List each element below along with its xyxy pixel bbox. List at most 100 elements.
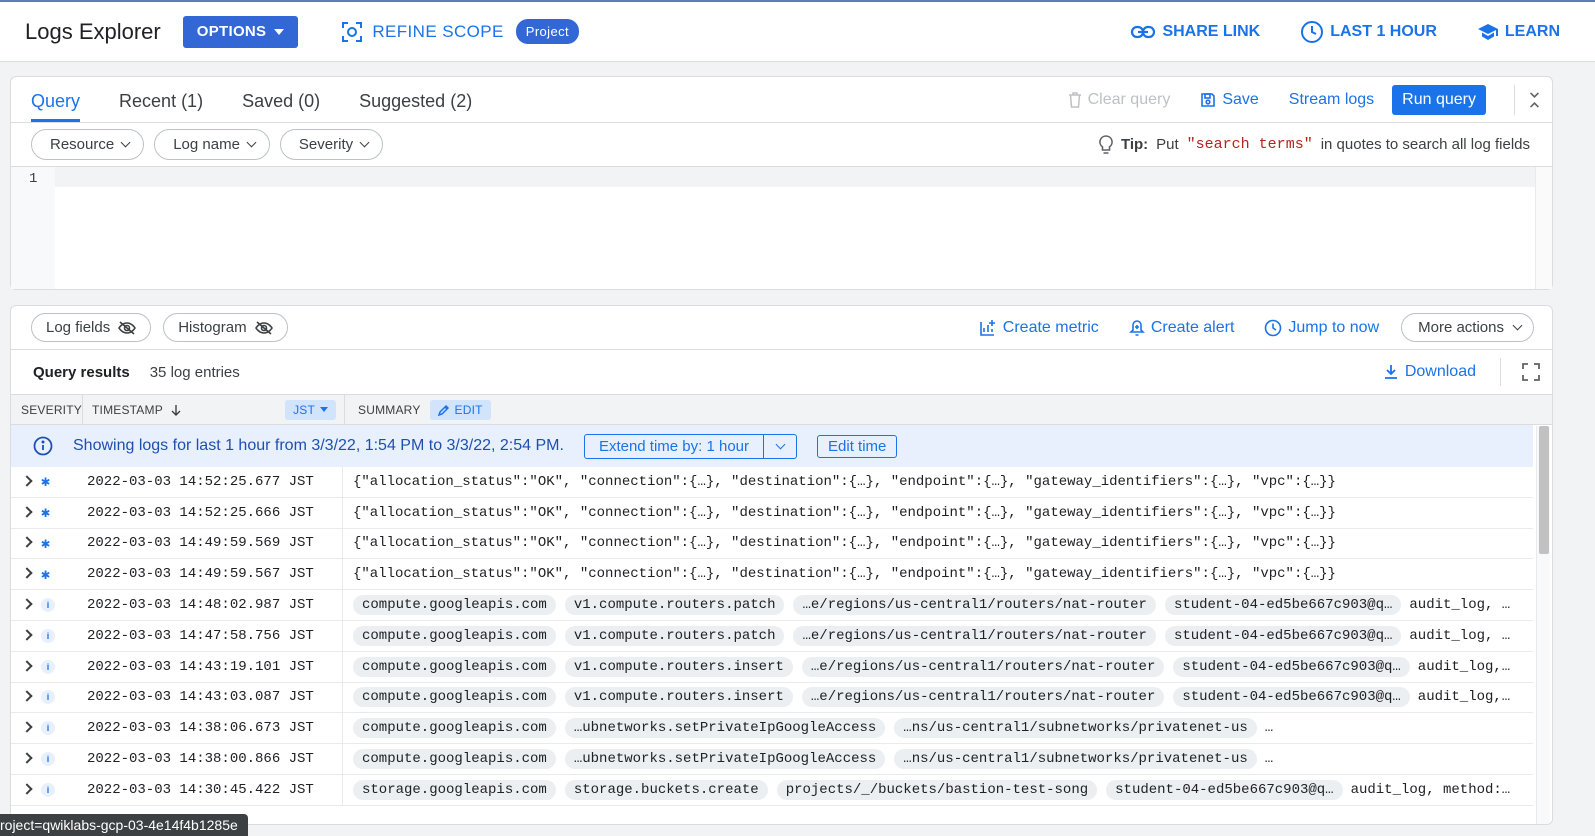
timestamp-column[interactable]: TIMESTAMP JST [83, 395, 345, 424]
time-range-button[interactable]: LAST 1 HOUR [1300, 20, 1437, 44]
tab-suggested[interactable]: Suggested (2) [359, 91, 472, 122]
summary-field-chip[interactable]: v1.compute.routers.patch [564, 625, 785, 646]
log-row[interactable]: ✱ 2022-03-03 14:49:59.569 JST {"allocation… [11, 528, 1533, 560]
summary-field-chip[interactable]: compute.googleapis.com [353, 718, 556, 739]
resource-filter[interactable]: Resource [31, 129, 145, 160]
expand-row-button[interactable] [11, 659, 41, 675]
log-row[interactable]: i 2022-03-03 14:30:45.422 JST storage.goog… [11, 774, 1533, 806]
extend-dropdown[interactable] [763, 434, 796, 458]
expand-row-button[interactable] [11, 474, 41, 490]
scroll-thumb[interactable] [1539, 426, 1549, 554]
more-actions-button[interactable]: More actions [1401, 313, 1534, 342]
results-scrollbar[interactable] [1536, 426, 1550, 824]
editor-line[interactable] [55, 167, 1535, 187]
summary-field-chip[interactable]: v1.compute.routers.patch [564, 595, 785, 616]
learn-button[interactable]: LEARN [1477, 23, 1560, 41]
summary-field-chip[interactable]: …e/regions/us-central1/routers/nat-route… [801, 687, 1165, 708]
log-row[interactable]: i 2022-03-03 14:47:58.756 JST compute.goog… [11, 620, 1533, 652]
summary-field-chip[interactable]: …ubnetworks.setPrivateIpGoogleAccess [564, 749, 886, 770]
tab-saved[interactable]: Saved (0) [242, 91, 320, 122]
severity-column[interactable]: SEVERITY [11, 395, 83, 424]
link-icon [1131, 25, 1156, 38]
share-link-button[interactable]: SHARE LINK [1130, 23, 1260, 41]
status-bar-url: roject=qwiklabs-gcp-03-4e14f4b1285e [0, 814, 248, 836]
summary-field-chip[interactable]: …e/regions/us-central1/routers/nat-route… [801, 656, 1165, 677]
summary-field-chip[interactable]: compute.googleapis.com [353, 749, 556, 770]
collapse-button[interactable] [1514, 85, 1540, 115]
log-row[interactable]: i 2022-03-03 14:43:19.101 JST compute.goog… [11, 651, 1533, 683]
summary-field-chip[interactable]: …ubnetworks.setPrivateIpGoogleAccess [564, 718, 886, 739]
jump-to-now-button[interactable]: Jump to now [1264, 319, 1379, 337]
log-row[interactable]: i 2022-03-03 14:38:00.866 JST compute.goog… [11, 744, 1533, 775]
log-row[interactable]: ✱ 2022-03-03 14:52:25.666 JST {"allocation… [11, 497, 1533, 529]
expand-row-button[interactable] [11, 782, 41, 798]
results-title: Query results [33, 363, 130, 381]
run-query-button[interactable]: Run query [1392, 85, 1486, 115]
stream-logs-button[interactable]: Stream logs [1289, 91, 1374, 109]
severity-filter[interactable]: Severity [279, 129, 384, 160]
expand-row-button[interactable] [11, 566, 41, 582]
extend-time-button[interactable]: Extend time by: 1 hour [583, 433, 798, 459]
summary-field-chip[interactable]: …ns/us-central1/subnetworks/privatenet-u… [894, 718, 1257, 739]
tab-recent[interactable]: Recent (1) [119, 91, 203, 122]
log-row[interactable]: ✱ 2022-03-03 14:49:59.567 JST {"allocation… [11, 559, 1533, 591]
summary-field-chip[interactable]: student-04-ed5be667c903@q… [1164, 595, 1402, 616]
summary-field-chip[interactable]: v1.compute.routers.insert [564, 687, 793, 708]
fullscreen-button[interactable] [1500, 358, 1540, 386]
log-timestamp: 2022-03-03 14:48:02.987 JST [87, 597, 314, 614]
log-summary: {"allocation_status":"OK", "connection":… [342, 467, 1336, 497]
log-row[interactable]: ✱ 2022-03-03 14:52:25.677 JST {"allocation… [11, 467, 1533, 498]
summary-field-chip[interactable]: compute.googleapis.com [353, 687, 556, 708]
log-row[interactable]: i 2022-03-03 14:43:03.087 JST compute.goog… [11, 682, 1533, 714]
summary-field-chip[interactable]: student-04-ed5be667c903@q… [1164, 625, 1402, 646]
expand-row-button[interactable] [11, 505, 41, 521]
more-actions-label: More actions [1418, 319, 1504, 336]
expand-row-button[interactable] [11, 720, 41, 736]
summary-trail: audit_log,… [1417, 658, 1511, 675]
summary-column: SUMMARY EDIT [345, 399, 491, 420]
create-alert-button[interactable]: Create alert [1128, 319, 1234, 337]
log-row[interactable]: i 2022-03-03 14:48:02.987 JST compute.goog… [11, 590, 1533, 621]
summary-field-chip[interactable]: student-04-ed5be667c903@q… [1173, 656, 1410, 677]
summary-field-chip[interactable]: projects/_/buckets/bastion-test-song [776, 779, 1098, 800]
save-button[interactable]: Save [1200, 91, 1259, 109]
summary-field-chip[interactable]: …e/regions/us-central1/routers/nat-route… [793, 625, 1156, 646]
summary-field-chip[interactable]: storage.googleapis.com [353, 779, 556, 800]
learn-label: LEARN [1504, 22, 1560, 40]
summary-field-chip[interactable]: …ns/us-central1/subnetworks/privatenet-u… [894, 749, 1257, 770]
download-button[interactable]: Download [1383, 363, 1476, 381]
histogram-toggle[interactable]: Histogram [163, 313, 288, 342]
editor-scrollbar[interactable] [1535, 167, 1552, 289]
edit-summary-button[interactable]: EDIT [429, 399, 491, 420]
log-name-filter[interactable]: Log name [154, 129, 270, 160]
refine-scope-button[interactable]: REFINE SCOPE Project [340, 19, 580, 44]
expand-row-button[interactable] [11, 689, 41, 705]
tab-query[interactable]: Query [31, 91, 81, 122]
edit-time-button[interactable]: Edit time [817, 434, 898, 458]
log-fields-toggle[interactable]: Log fields [31, 313, 152, 342]
info-icon [33, 436, 53, 456]
lightbulb-icon [1099, 134, 1113, 154]
clear-query-button[interactable]: Clear query [1068, 91, 1170, 109]
expand-row-button[interactable] [11, 751, 41, 767]
summary-field-chip[interactable]: student-04-ed5be667c903@q… [1106, 779, 1343, 800]
summary-field-chip[interactable]: student-04-ed5be667c903@q… [1173, 687, 1410, 708]
timezone-selector[interactable]: JST [285, 399, 336, 420]
query-editor[interactable]: 1 [11, 167, 1552, 289]
expand-row-button[interactable] [11, 628, 41, 644]
summary-field-chip[interactable]: storage.buckets.create [564, 779, 768, 800]
chevron-right-icon [21, 567, 33, 579]
create-metric-label: Create metric [1002, 318, 1099, 336]
summary-field-chip[interactable]: compute.googleapis.com [353, 595, 556, 616]
summary-field-chip[interactable]: compute.googleapis.com [353, 625, 556, 646]
options-button[interactable]: OPTIONS [182, 15, 299, 48]
create-metric-button[interactable]: Create metric [979, 319, 1099, 337]
summary-field-chip[interactable]: v1.compute.routers.insert [564, 656, 793, 677]
expand-row-button[interactable] [11, 535, 41, 551]
tip-text-2: in quotes to search all log fields [1320, 136, 1530, 153]
summary-field-chip[interactable]: compute.googleapis.com [353, 656, 556, 677]
log-timestamp: 2022-03-03 14:43:03.087 JST [87, 689, 314, 706]
expand-row-button[interactable] [11, 597, 41, 613]
log-row[interactable]: i 2022-03-03 14:38:06.673 JST compute.goog… [11, 713, 1533, 745]
summary-field-chip[interactable]: …e/regions/us-central1/routers/nat-route… [793, 595, 1156, 616]
